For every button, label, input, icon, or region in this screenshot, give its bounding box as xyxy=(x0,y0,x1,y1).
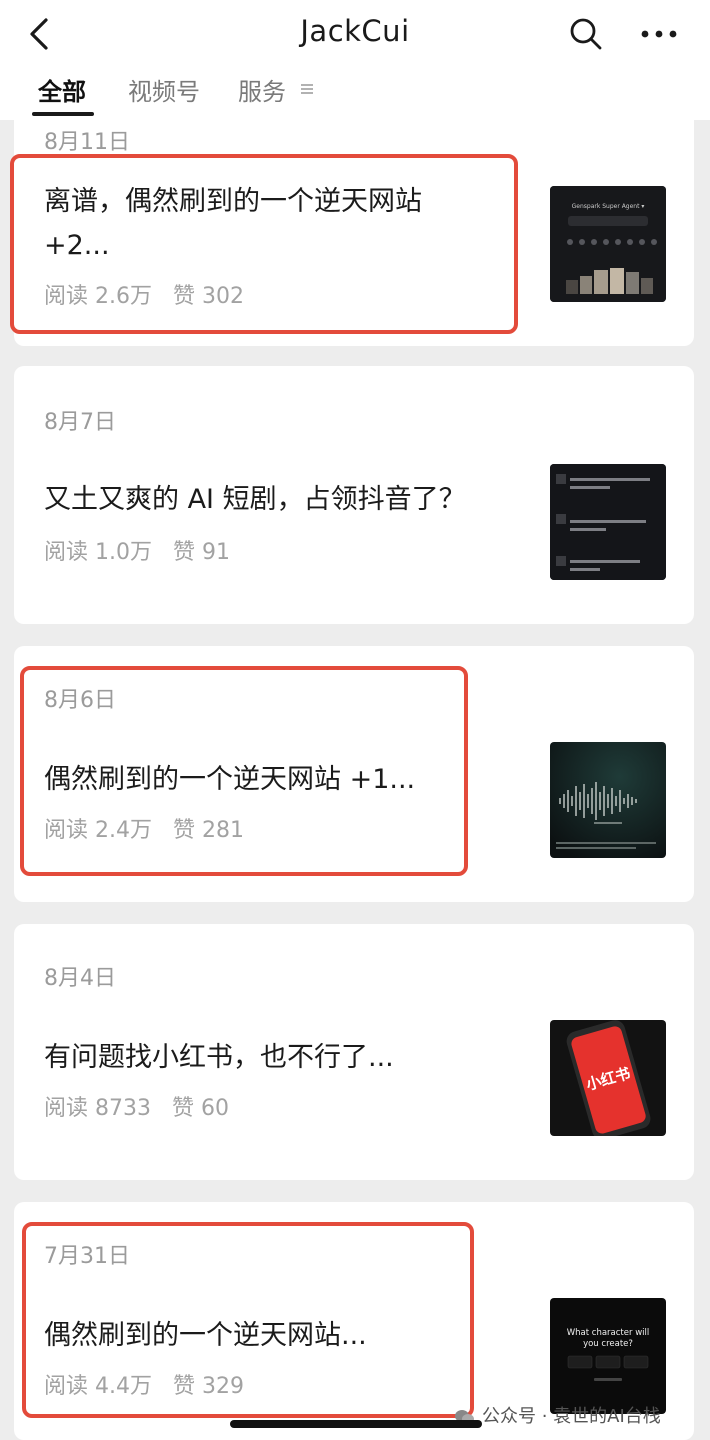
like-count: 赞 91 xyxy=(172,540,230,565)
article-title[interactable]: 有问题找小红书，也不行了... xyxy=(44,1036,484,1080)
more-options-icon[interactable] xyxy=(638,14,680,54)
article-card[interactable]: 8月7日 又土又爽的 AI 短剧，占领抖音了？ 阅读 1.0万 赞 91 xyxy=(14,366,694,624)
read-count: 阅读 4.4万 xyxy=(44,1374,152,1399)
thumbnail-image xyxy=(550,464,666,580)
article-date: 8月7日 xyxy=(44,410,116,435)
article-stats: 阅读 4.4万 赞 329 xyxy=(44,1368,244,1400)
top-bar: JackCui 全部 视频号 服务 xyxy=(0,0,710,120)
article-thumbnail[interactable] xyxy=(550,742,666,858)
article-date: 8月11日 xyxy=(44,130,130,155)
article-thumbnail[interactable]: What character will you create? xyxy=(550,1298,666,1414)
article-stats: 阅读 8733 赞 60 xyxy=(44,1090,229,1122)
thumbnail-image: What character will you create? xyxy=(550,1298,666,1414)
article-card[interactable]: 8月11日 离谱，偶然刷到的一个逆天网站 +2... 阅读 2.6万 赞 302… xyxy=(14,100,694,346)
article-thumbnail[interactable]: Genspark Super Agent ▾ xyxy=(550,186,666,302)
article-stats: 阅读 2.6万 赞 302 xyxy=(44,278,244,310)
tab-channels[interactable]: 视频号 xyxy=(128,72,200,107)
thumbnail-caption-1: What character will xyxy=(567,1328,649,1338)
article-thumbnail[interactable] xyxy=(550,464,666,580)
like-count: 赞 281 xyxy=(172,818,244,843)
thumbnail-heading: Genspark Super Agent ▾ xyxy=(572,203,645,210)
read-count: 阅读 2.6万 xyxy=(44,284,152,309)
article-card[interactable]: 8月4日 有问题找小红书，也不行了... 阅读 8733 赞 60 小红书 xyxy=(14,924,694,1180)
search-icon[interactable] xyxy=(566,14,606,54)
tab-all[interactable]: 全部 xyxy=(38,72,86,107)
article-stats: 阅读 1.0万 赞 91 xyxy=(44,534,230,566)
watermark: 公众号 · 袁世的AI台栈 xyxy=(454,1402,661,1428)
read-count: 阅读 8733 xyxy=(44,1096,151,1121)
thumbnail-image xyxy=(550,742,666,858)
read-count: 阅读 1.0万 xyxy=(44,540,152,565)
article-date: 7月31日 xyxy=(44,1244,130,1269)
article-title[interactable]: 偶然刷到的一个逆天网站 +1... xyxy=(44,758,484,802)
watermark-text: 公众号 · 袁世的AI台栈 xyxy=(482,1406,661,1427)
tab-menu-icon[interactable] xyxy=(300,82,314,96)
like-count: 赞 329 xyxy=(172,1374,244,1399)
like-count: 赞 60 xyxy=(171,1096,229,1121)
like-count: 赞 302 xyxy=(172,284,244,309)
home-indicator[interactable] xyxy=(230,1420,482,1428)
read-count: 阅读 2.4万 xyxy=(44,818,152,843)
active-tab-indicator xyxy=(32,112,94,116)
article-date: 8月6日 xyxy=(44,688,116,713)
article-card[interactable]: 8月6日 偶然刷到的一个逆天网站 +1... 阅读 2.4万 赞 281 xyxy=(14,646,694,902)
article-thumbnail[interactable]: 小红书 xyxy=(550,1020,666,1136)
thumbnail-image: Genspark Super Agent ▾ xyxy=(550,186,666,302)
article-title[interactable]: 离谱，偶然刷到的一个逆天网站 +2... xyxy=(44,180,484,268)
article-stats: 阅读 2.4万 赞 281 xyxy=(44,812,244,844)
article-title[interactable]: 又土又爽的 AI 短剧，占领抖音了？ xyxy=(44,478,484,522)
tab-services[interactable]: 服务 xyxy=(238,72,286,107)
article-date: 8月4日 xyxy=(44,966,116,991)
thumbnail-caption-2: you create? xyxy=(583,1339,633,1349)
thumbnail-image: 小红书 xyxy=(550,1020,666,1136)
article-title[interactable]: 偶然刷到的一个逆天网站... xyxy=(44,1314,484,1358)
